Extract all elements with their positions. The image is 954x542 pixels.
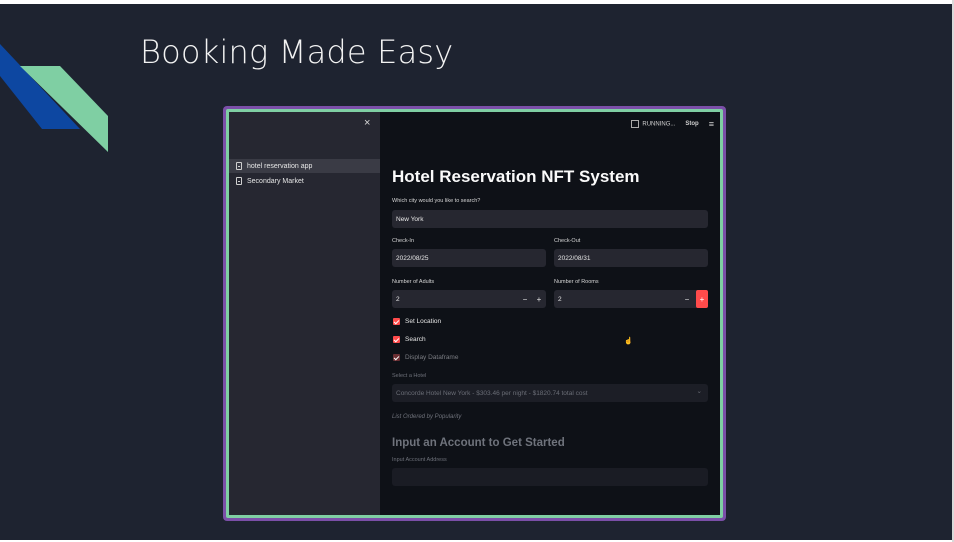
city-input[interactable]: New York — [392, 210, 708, 228]
select-hotel-dropdown[interactable]: Concorde Hotel New York - $303.46 per ni… — [392, 384, 708, 402]
checkbox-label: Search — [405, 336, 426, 343]
adults-increment-button[interactable]: + — [534, 290, 544, 308]
decorative-stripes — [0, 44, 108, 152]
account-address-input[interactable] — [392, 468, 708, 486]
display-dataframe-checkbox[interactable]: Display Dataframe — [393, 354, 458, 361]
checkout-label: Check-Out — [554, 238, 581, 244]
running-status: RUNNING... — [631, 120, 675, 128]
stop-button[interactable]: Stop — [685, 121, 698, 127]
sidebar-item-label: Secondary Market — [247, 177, 304, 185]
top-bar: RUNNING... Stop ≡ — [631, 119, 714, 129]
select-hotel-label: Select a Hotel — [392, 373, 427, 379]
close-icon[interactable]: × — [364, 117, 370, 129]
sidebar-item-hotel-reservation[interactable]: hotel reservation app — [229, 159, 380, 173]
presentation-slide: Booking Made Easy × hotel reservation ap… — [0, 4, 952, 540]
slide-title: Booking Made Easy — [140, 33, 454, 71]
checkbox-checked-icon — [393, 354, 400, 361]
rooms-label: Number of Rooms — [554, 279, 599, 285]
chevron-down-icon: ⌄ — [696, 388, 702, 395]
section-title: Input an Account to Get Started — [392, 437, 565, 449]
main-content: RUNNING... Stop ≡ Hotel Reservation NFT … — [380, 112, 720, 515]
hamburger-menu-icon[interactable]: ≡ — [709, 119, 714, 129]
checkbox-label: Set Location — [405, 318, 442, 325]
sidebar: × hotel reservation app Secondary Market — [229, 112, 380, 515]
checkbox-label: Display Dataframe — [405, 354, 459, 361]
city-label: Which city would you like to search? — [392, 198, 481, 204]
document-icon — [236, 162, 242, 170]
app-screenshot-frame: × hotel reservation app Secondary Market… — [223, 106, 726, 521]
rooms-decrement-button[interactable]: − — [682, 290, 692, 308]
running-icon — [631, 120, 640, 128]
status-text: RUNNING... — [642, 121, 676, 128]
checkout-date-input[interactable]: 2022/08/31 — [554, 249, 708, 267]
adults-decrement-button[interactable]: − — [520, 290, 530, 308]
screenshot-border: × hotel reservation app Secondary Market… — [226, 109, 723, 518]
sidebar-item-label: hotel reservation app — [247, 162, 313, 170]
adults-label: Number of Adults — [392, 279, 435, 285]
checkbox-checked-icon — [393, 336, 400, 343]
document-icon — [236, 177, 242, 185]
account-address-label: Input Account Address — [392, 457, 447, 463]
streamlit-app: × hotel reservation app Secondary Market… — [229, 112, 720, 515]
page-title: Hotel Reservation NFT System — [392, 167, 640, 186]
checkbox-checked-icon — [393, 318, 400, 325]
mouse-cursor-icon: ☝ — [624, 338, 633, 345]
checkin-label: Check-In — [392, 238, 415, 244]
sidebar-item-secondary-market[interactable]: Secondary Market — [229, 174, 380, 188]
list-order-note: List Ordered by Popularity — [392, 414, 462, 420]
checkin-date-input[interactable]: 2022/08/25 — [392, 249, 546, 267]
rooms-increment-button[interactable]: + — [696, 290, 708, 308]
search-checkbox[interactable]: Search — [393, 336, 426, 343]
selected-hotel-value: Concorde Hotel New York - $303.46 per ni… — [396, 389, 588, 397]
set-location-checkbox[interactable]: Set Location — [393, 318, 441, 325]
